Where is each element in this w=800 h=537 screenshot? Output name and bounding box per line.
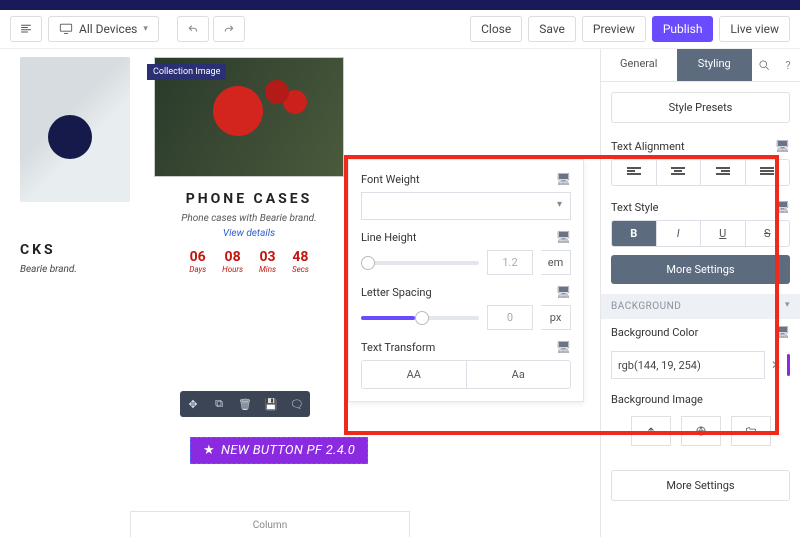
background-color-label: Background Color xyxy=(611,326,698,339)
help-icon[interactable]: ? xyxy=(776,49,800,81)
align-left[interactable] xyxy=(612,160,656,185)
product-card: Collection Image PHONE CASES Phone cases… xyxy=(154,57,344,274)
more-settings-button[interactable]: More Settings xyxy=(611,255,790,284)
text-alignment-group xyxy=(611,159,790,186)
devices-dropdown[interactable]: All Devices ▾ xyxy=(48,16,159,42)
text-transform-capitalize[interactable]: Aa xyxy=(466,361,571,388)
styling-panel: General Styling ? Style Presets Text Ali… xyxy=(600,49,800,537)
main-area: CKS Bearie brand. Collection Image PHONE… xyxy=(0,49,800,537)
undo-button[interactable] xyxy=(177,16,209,42)
top-toolbar: All Devices ▾ Close Save Preview Publish… xyxy=(0,10,800,49)
web-image-icon[interactable] xyxy=(681,416,721,446)
style-underline[interactable]: U xyxy=(700,221,745,246)
align-justify[interactable] xyxy=(745,160,790,185)
new-button-element[interactable]: ★ NEW BUTTON PF 2.4.0 xyxy=(190,437,368,464)
background-color-input[interactable] xyxy=(611,351,765,379)
line-height-input[interactable]: 1.2 xyxy=(487,250,533,275)
save-button[interactable]: Save xyxy=(528,16,576,42)
device-icon[interactable]: 🖥 xyxy=(556,285,571,299)
collection-badge: Collection Image xyxy=(147,64,226,80)
redo-button[interactable] xyxy=(213,16,245,42)
close-button[interactable]: Close xyxy=(470,16,522,42)
device-icon[interactable]: 🖥 xyxy=(556,230,571,244)
device-icon[interactable]: 🖥 xyxy=(775,200,790,214)
cks-title: CKS xyxy=(20,242,130,258)
upload-image-icon[interactable] xyxy=(631,416,671,446)
letter-spacing-input[interactable]: 0 xyxy=(487,305,533,330)
undo-icon xyxy=(187,23,199,35)
text-align-icon xyxy=(20,23,32,35)
align-right[interactable] xyxy=(700,160,745,185)
text-style-group: B I U S xyxy=(611,220,790,247)
save-element-icon[interactable]: 💾 xyxy=(258,391,284,417)
style-bold[interactable]: B xyxy=(612,221,656,246)
letter-spacing-slider[interactable] xyxy=(361,316,479,320)
line-height-unit[interactable]: em xyxy=(541,250,571,275)
letter-spacing-label: Letter Spacing xyxy=(361,286,432,299)
new-button-label: NEW BUTTON PF 2.4.0 xyxy=(221,443,355,458)
redo-icon xyxy=(223,23,235,35)
editor-canvas[interactable]: CKS Bearie brand. Collection Image PHONE… xyxy=(0,49,600,537)
library-image-icon[interactable] xyxy=(731,416,771,446)
publish-button[interactable]: Publish xyxy=(652,16,714,42)
device-icon[interactable]: 🖥 xyxy=(556,172,571,186)
style-strike[interactable]: S xyxy=(745,221,790,246)
view-details-link[interactable]: View details xyxy=(223,228,275,239)
element-action-toolbar: ✥ ⧉ 🗑 💾 🗨 xyxy=(180,391,310,417)
star-icon: ★ xyxy=(203,443,215,458)
devices-label: All Devices xyxy=(79,22,137,36)
panel-tabs: General Styling ? xyxy=(601,49,800,82)
line-height-slider[interactable] xyxy=(361,261,479,265)
backpack-image xyxy=(20,57,130,202)
letter-spacing-unit[interactable]: px xyxy=(541,305,571,330)
move-icon[interactable]: ✥ xyxy=(180,391,206,417)
search-icon[interactable] xyxy=(752,49,776,81)
copy-icon[interactable]: ⧉ xyxy=(206,391,232,417)
font-weight-label: Font Weight xyxy=(361,173,420,186)
product-title: PHONE CASES xyxy=(186,191,312,207)
color-swatch[interactable] xyxy=(787,354,790,376)
product-image[interactable]: Collection Image xyxy=(154,57,344,177)
background-image-source xyxy=(601,410,800,452)
line-height-label: Line Height xyxy=(361,231,416,244)
preview-button[interactable]: Preview xyxy=(582,16,646,42)
background-image-label: Background Image xyxy=(601,389,800,410)
live-view-button[interactable]: Live view xyxy=(719,16,790,42)
background-group-header[interactable]: BACKGROUND xyxy=(601,294,800,319)
device-icon[interactable]: 🖥 xyxy=(556,340,571,354)
desktop-icon xyxy=(59,22,73,36)
countdown: 06Days 08Hours 03Mins 48Secs xyxy=(189,249,309,274)
more-settings-2-button[interactable]: More Settings xyxy=(611,470,790,501)
align-center[interactable] xyxy=(656,160,701,185)
text-alignment-label: Text Alignment xyxy=(611,140,685,153)
style-italic[interactable]: I xyxy=(656,221,701,246)
countdown-mins: 03Mins xyxy=(259,249,276,274)
typography-popover: Font Weight 🖥 Line Height 🖥 1.2 em Letter … xyxy=(348,159,584,402)
device-icon[interactable]: 🖥 xyxy=(775,139,790,153)
cks-desc: Bearie brand. xyxy=(20,264,130,275)
product-description: Phone cases with Bearie brand. xyxy=(181,213,316,224)
tab-general[interactable]: General xyxy=(601,49,677,81)
countdown-secs: 48Secs xyxy=(292,249,309,274)
delete-icon[interactable]: 🗑 xyxy=(232,391,258,417)
style-presets-button[interactable]: Style Presets xyxy=(611,92,790,123)
text-style-label: Text Style xyxy=(611,201,659,214)
device-icon[interactable]: 🖥 xyxy=(775,325,790,339)
column-placeholder[interactable]: Column xyxy=(130,511,410,537)
countdown-days: 06Days xyxy=(189,249,206,274)
tab-styling[interactable]: Styling xyxy=(677,49,753,81)
text-transform-group: AA Aa xyxy=(361,360,571,389)
font-weight-dropdown[interactable] xyxy=(361,192,571,220)
text-transform-uppercase[interactable]: AA xyxy=(362,361,466,388)
top-strip xyxy=(0,0,800,10)
clear-color-icon[interactable]: ✕ xyxy=(771,358,781,372)
comment-icon[interactable]: 🗨 xyxy=(284,391,310,417)
chevron-down-icon: ▾ xyxy=(143,24,148,34)
text-align-tool[interactable] xyxy=(10,16,42,42)
countdown-hours: 08Hours xyxy=(222,249,243,274)
text-transform-label: Text Transform xyxy=(361,341,435,354)
